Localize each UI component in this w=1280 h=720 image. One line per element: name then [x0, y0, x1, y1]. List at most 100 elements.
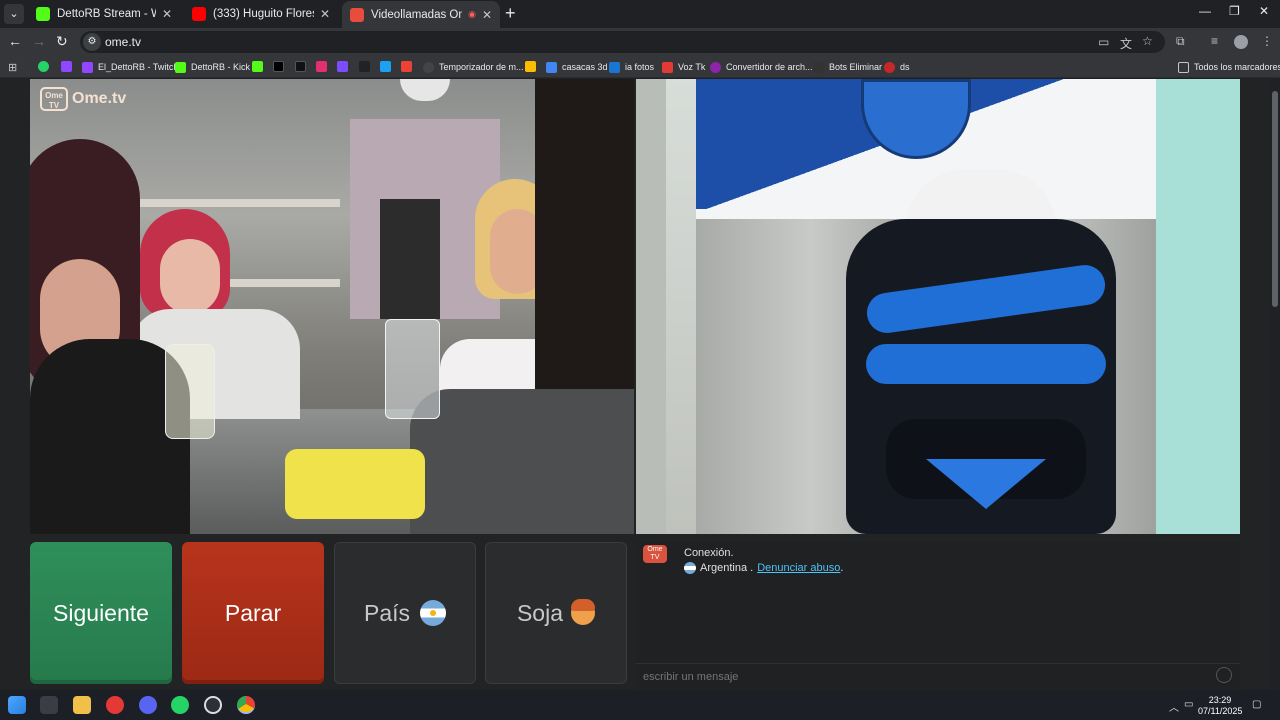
person-grey-sweater [410, 389, 634, 534]
tab-ometv[interactable]: Videollamadas OmeTV — A ◉ ✕ [342, 1, 500, 28]
ometv-logo-text: Ome.tv [72, 90, 127, 107]
close-window-icon[interactable]: ✕ [1259, 4, 1269, 18]
google-icon[interactable] [401, 61, 412, 72]
whatsapp-icon[interactable] [38, 61, 49, 72]
next-button[interactable]: Siguiente [30, 542, 172, 684]
emoji-icon[interactable] [1216, 667, 1232, 683]
tab-kick[interactable]: DettoRB Stream - Watch Live on ✕ [28, 2, 180, 26]
twitch-icon[interactable] [61, 61, 72, 72]
ds-icon [884, 61, 895, 73]
curtain-edge [636, 79, 666, 534]
notification-icon[interactable]: ▢ [1252, 699, 1261, 710]
star-icon[interactable]: ☆ [1142, 34, 1153, 48]
close-icon[interactable]: ✕ [320, 7, 330, 21]
gender-filter-button[interactable]: Soja [485, 542, 627, 684]
kick-icon [175, 61, 186, 73]
minimize-icon[interactable]: — [1199, 4, 1211, 18]
obs-icon[interactable] [204, 696, 222, 714]
country-button-label: País [363, 599, 411, 626]
menu-icon[interactable]: ⋮ [1261, 34, 1273, 48]
bookmark-label: casacas 3d [562, 62, 608, 72]
cast-icon[interactable]: ▭ [1098, 35, 1109, 49]
bookmark-label: Bots Eliminar [829, 62, 883, 72]
bookmark-folder-icon[interactable] [525, 61, 536, 72]
bookmark-dot-icon[interactable] [359, 61, 370, 72]
back-icon[interactable]: ← [8, 33, 22, 49]
tab-strip: ⌄ DettoRB Stream - Watch Live on ✕ (333)… [0, 0, 1280, 28]
ometv-logo: Ome TV Ome.tv [40, 87, 126, 111]
bookmark-label: ia fotos [625, 62, 655, 72]
dark-door [380, 199, 440, 319]
tab-youtube[interactable]: (333) Huguito Flores el Super ✕ [184, 2, 338, 26]
file-explorer-icon[interactable] [73, 696, 91, 714]
stranger-country: Argentina . [700, 562, 754, 574]
windows-start-icon[interactable] [8, 696, 26, 714]
close-icon[interactable]: ✕ [162, 7, 172, 21]
connection-status: Conexión. [684, 547, 734, 559]
close-icon[interactable]: ✕ [482, 8, 492, 22]
youtube-icon [192, 7, 206, 21]
bookmark-ia-fotos[interactable]: ia fotos [609, 59, 654, 75]
report-abuse-link[interactable]: Denunciar abuso [757, 562, 840, 574]
discord-icon[interactable] [139, 696, 157, 714]
chair-blue-stripe [866, 344, 1106, 384]
system-clock[interactable]: 23:29 07/11/2025 [1198, 695, 1242, 717]
url-text: ome.tv [105, 35, 142, 49]
profile-avatar[interactable] [1234, 35, 1248, 49]
ometv-icon [350, 7, 364, 22]
bookmark-convertidor[interactable]: Convertidor de arch... [710, 59, 813, 75]
bookmark-kick[interactable]: DettoRB - Kick [175, 59, 250, 75]
x-icon[interactable] [295, 61, 306, 72]
argentina-flag-icon [420, 600, 447, 626]
bookmark-label: Temporizador de m... [439, 62, 524, 72]
timer-icon [423, 61, 434, 73]
bot-icon [813, 61, 824, 73]
reload-icon[interactable]: ↻ [56, 33, 68, 50]
shelf [130, 199, 340, 207]
site-info-icon[interactable]: ⚙ [83, 33, 101, 51]
whatsapp-icon[interactable] [171, 696, 189, 714]
stop-button-label: Parar [224, 599, 282, 626]
bookmark-label: ds [900, 62, 910, 72]
forward-icon[interactable]: → [32, 33, 46, 49]
app-red-icon[interactable] [106, 696, 124, 714]
tray-chevron-icon[interactable]: ︿ [1169, 699, 1179, 714]
tab-search-icon[interactable]: ⌄ [4, 4, 24, 24]
self-camera-video [636, 79, 1240, 534]
kick-icon[interactable] [252, 61, 263, 72]
instagram-icon[interactable] [316, 61, 327, 72]
bookmark-star-icon[interactable] [380, 61, 391, 72]
bookmark-label: Voz Tk [678, 62, 706, 72]
bookmark-label: Todos los marcadores [1194, 62, 1280, 72]
translate-icon[interactable]: 文 [1120, 35, 1132, 52]
bookmark-casacas[interactable]: casacas 3d [546, 59, 608, 75]
tiktok-icon[interactable] [273, 61, 284, 72]
bookmark-bots[interactable]: Bots Eliminar [813, 59, 882, 75]
extensions-icon[interactable]: ⧉ [1176, 34, 1185, 49]
bookmark-voz-tk[interactable]: Voz Tk [662, 59, 705, 75]
apps-icon[interactable]: ⊞ [8, 59, 17, 75]
bookmark-c-icon[interactable] [337, 61, 348, 72]
country-filter-button[interactable]: País [334, 542, 476, 684]
all-bookmarks[interactable]: Todos los marcadores [1178, 59, 1280, 75]
restore-icon[interactable]: ❐ [1229, 4, 1240, 18]
stop-button[interactable]: Parar [182, 542, 324, 684]
bookmark-label: El_DettoRB - Twitch [98, 62, 179, 72]
chat-message-input[interactable] [636, 663, 1240, 690]
address-bar[interactable]: ⚙ ome.tv ▭ 文 ☆ [80, 31, 1165, 53]
argentina-flag-icon [684, 562, 696, 574]
chrome-icon[interactable] [237, 696, 255, 714]
clock-time: 23:29 [1208, 695, 1232, 705]
gender-button-label: Soja [516, 599, 564, 626]
page-scrollbar[interactable] [1270, 79, 1280, 690]
bookmark-ds[interactable]: ds [884, 59, 910, 75]
bookmark-timer[interactable]: Temporizador de m... [423, 59, 524, 75]
network-icon[interactable]: ▭ [1184, 699, 1193, 710]
task-view-icon[interactable] [40, 696, 58, 714]
scrollbar-thumb[interactable] [1272, 91, 1278, 307]
new-tab-button[interactable]: + [505, 4, 516, 22]
convert-icon [710, 61, 721, 73]
stranger-video: Ome TV Ome.tv [30, 79, 634, 534]
media-icon[interactable]: ≡ [1211, 34, 1218, 48]
bookmark-twitch[interactable]: El_DettoRB - Twitch [82, 59, 178, 75]
